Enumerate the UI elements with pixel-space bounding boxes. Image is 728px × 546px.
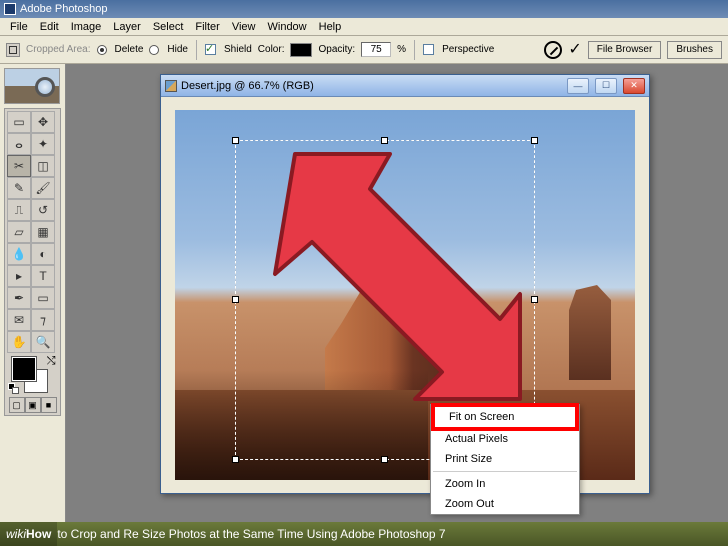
workspace: ▭✥ ⴰ✦ ✂◫ ✎🖌 ⎍↺ ▱▦ 💧◐ ▸T ✒▭ ✉⁊ ✋🔍 ⤭ ▢ ▣ ■	[0, 64, 728, 546]
crop-handle-r[interactable]	[531, 296, 538, 303]
crop-tool[interactable]: ✂	[7, 155, 31, 177]
menu-separator	[433, 471, 577, 472]
cropped-area-label: Cropped Area:	[26, 44, 91, 55]
wikihow-logo: wikiHow	[0, 522, 57, 546]
crop-tool-icon[interactable]	[6, 43, 20, 57]
notes-tool[interactable]: ✉	[7, 309, 31, 331]
menu-item-print-size[interactable]: Print Size	[431, 449, 579, 469]
app-title: Adobe Photoshop	[20, 3, 107, 15]
crop-handle-bl[interactable]	[232, 456, 239, 463]
color-swatches[interactable]: ⤭	[8, 355, 58, 395]
menu-layer[interactable]: Layer	[107, 20, 147, 34]
lens-icon	[35, 77, 55, 97]
crop-handle-tl[interactable]	[232, 137, 239, 144]
toolbox: ▭✥ ⴰ✦ ✂◫ ✎🖌 ⎍↺ ▱▦ 💧◐ ▸T ✒▭ ✉⁊ ✋🔍 ⤭ ▢ ▣ ■	[4, 108, 61, 416]
menu-file[interactable]: File	[4, 20, 34, 34]
type-tool[interactable]: T	[31, 265, 55, 287]
crop-handle-tr[interactable]	[531, 137, 538, 144]
shape-tool[interactable]: ▭	[31, 287, 55, 309]
tutorial-highlight: Fit on Screen	[431, 403, 579, 431]
slice-tool[interactable]: ◫	[31, 155, 55, 177]
dodge-tool[interactable]: ◐	[31, 243, 55, 265]
perspective-label: Perspective	[442, 44, 494, 55]
opacity-input[interactable]: 75	[361, 42, 391, 57]
brushes-tab[interactable]: Brushes	[667, 41, 722, 59]
menu-item-zoom-out[interactable]: Zoom Out	[431, 494, 579, 514]
pen-tool[interactable]: ✒	[7, 287, 31, 309]
crop-handle-l[interactable]	[232, 296, 239, 303]
hide-label: Hide	[167, 44, 188, 55]
menu-bar: File Edit Image Layer Select Filter View…	[0, 18, 728, 36]
path-select-tool[interactable]: ▸	[7, 265, 31, 287]
menu-image[interactable]: Image	[65, 20, 108, 34]
move-tool[interactable]: ✥	[31, 111, 55, 133]
context-menu: Fit on Screen Actual Pixels Print Size Z…	[430, 404, 580, 515]
image-file-icon	[165, 80, 177, 92]
menu-filter[interactable]: Filter	[189, 20, 225, 34]
photoshop-icon	[4, 3, 16, 15]
maximize-button[interactable]: ☐	[595, 78, 617, 94]
shield-color-swatch[interactable]	[290, 43, 312, 57]
shield-checkbox[interactable]	[205, 44, 216, 55]
eyedropper-tool[interactable]: ⁊	[31, 309, 55, 331]
perspective-checkbox[interactable]	[423, 44, 434, 55]
separator	[414, 40, 415, 60]
left-panels: ▭✥ ⴰ✦ ✂◫ ✎🖌 ⎍↺ ▱▦ 💧◐ ▸T ✒▭ ✉⁊ ✋🔍 ⤭ ▢ ▣ ■	[0, 64, 66, 546]
opacity-unit: %	[397, 44, 406, 55]
menu-window[interactable]: Window	[262, 20, 313, 34]
brush-tool[interactable]: 🖌	[31, 177, 55, 199]
crop-handle-b[interactable]	[381, 456, 388, 463]
menu-edit[interactable]: Edit	[34, 20, 65, 34]
menu-item-actual-pixels[interactable]: Actual Pixels	[431, 429, 579, 449]
opacity-label: Opacity:	[318, 44, 355, 55]
fullscreen-mode-button[interactable]: ■	[41, 397, 57, 413]
delete-label: Delete	[115, 44, 144, 55]
swap-colors-icon[interactable]: ⤭	[47, 355, 56, 368]
fullscreen-menu-mode-button[interactable]: ▣	[25, 397, 41, 413]
separator	[196, 40, 197, 60]
zoom-tool[interactable]: 🔍	[31, 331, 55, 353]
app-titlebar: Adobe Photoshop	[0, 0, 728, 18]
screen-modes: ▢ ▣ ■	[7, 397, 58, 413]
navigator-thumbnail[interactable]	[4, 68, 60, 104]
caption-banner: wikiHow to Crop and Re Size Photos at th…	[0, 522, 728, 546]
menu-help[interactable]: Help	[313, 20, 348, 34]
marquee-tool[interactable]: ▭	[7, 111, 31, 133]
magic-wand-tool[interactable]: ✦	[31, 133, 55, 155]
lasso-tool[interactable]: ⴰ	[7, 133, 31, 155]
caption-text: to Crop and Re Size Photos at the Same T…	[57, 527, 445, 541]
color-label: Color:	[258, 44, 285, 55]
menu-item-zoom-in[interactable]: Zoom In	[431, 474, 579, 494]
commit-crop-icon[interactable]: ✓	[568, 43, 581, 57]
menu-item-fit-on-screen[interactable]: Fit on Screen	[435, 407, 575, 427]
standard-mode-button[interactable]: ▢	[9, 397, 25, 413]
default-colors-icon[interactable]	[8, 383, 20, 395]
hide-radio[interactable]	[149, 45, 159, 55]
document-titlebar[interactable]: Desert.jpg @ 66.7% (RGB) — ☐ ✕	[161, 75, 649, 97]
file-browser-tab[interactable]: File Browser	[588, 41, 662, 59]
delete-radio[interactable]	[97, 45, 107, 55]
menu-view[interactable]: View	[226, 20, 262, 34]
eraser-tool[interactable]: ▱	[7, 221, 31, 243]
blur-tool[interactable]: 💧	[7, 243, 31, 265]
clone-stamp-tool[interactable]: ⎍	[7, 199, 31, 221]
foreground-color-swatch[interactable]	[12, 357, 36, 381]
cancel-crop-icon[interactable]	[544, 41, 562, 59]
history-brush-tool[interactable]: ↺	[31, 199, 55, 221]
document-title: Desert.jpg @ 66.7% (RGB)	[181, 80, 314, 92]
menu-select[interactable]: Select	[147, 20, 190, 34]
close-button[interactable]: ✕	[623, 78, 645, 94]
minimize-button[interactable]: —	[567, 78, 589, 94]
shield-label: Shield	[224, 44, 252, 55]
hand-tool[interactable]: ✋	[7, 331, 31, 353]
crop-center-icon	[379, 294, 391, 306]
healing-brush-tool[interactable]: ✎	[7, 177, 31, 199]
crop-handle-t[interactable]	[381, 137, 388, 144]
gradient-tool[interactable]: ▦	[31, 221, 55, 243]
options-bar: Cropped Area: Delete Hide Shield Color: …	[0, 36, 728, 64]
